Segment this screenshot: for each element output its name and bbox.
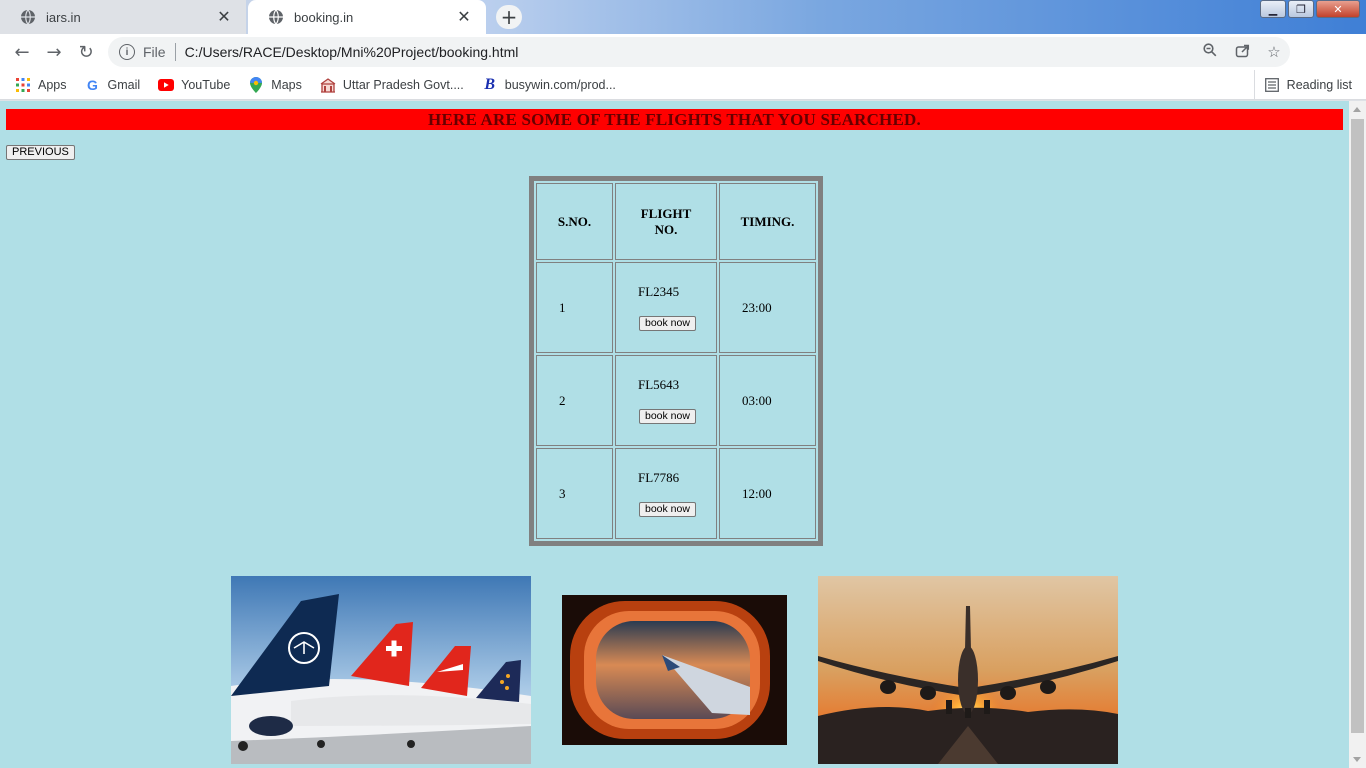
building-icon — [320, 77, 336, 93]
url-text[interactable]: C:/Users/RACE/Desktop/Mni%20Project/book… — [185, 44, 1194, 60]
new-tab-button[interactable]: + — [496, 5, 522, 29]
address-bar[interactable]: i File C:/Users/RACE/Desktop/Mni%20Proje… — [108, 37, 1290, 67]
table-row: 2 FL5643 book now 03:00 — [536, 355, 816, 446]
cell-sno: 3 — [536, 448, 613, 539]
header-timing: TIMING. — [719, 183, 816, 260]
reading-list-label: Reading list — [1286, 78, 1352, 92]
cell-flight: FL2345 book now — [615, 262, 717, 353]
reading-list-button[interactable]: Reading list — [1253, 70, 1352, 100]
zoom-icon[interactable] — [1194, 43, 1226, 61]
bookmark-label: YouTube — [181, 77, 231, 92]
scroll-down-icon[interactable] — [1353, 757, 1361, 762]
globe-icon — [20, 9, 36, 25]
bookmark-up-govt[interactable]: Uttar Pradesh Govt.... — [320, 77, 464, 93]
bookmark-label: busywin.com/prod... — [504, 77, 616, 92]
back-arrow-icon[interactable]: ← — [6, 36, 38, 68]
browser-toolbar: ← → ↻ i File C:/Users/RACE/Desktop/Mni%2… — [0, 34, 1366, 98]
globe-icon — [268, 9, 284, 25]
cell-timing: 03:00 — [719, 355, 816, 446]
table-header-row: S.NO. FLIGHT NO. TIMING. — [536, 183, 816, 260]
youtube-icon — [158, 77, 175, 93]
cell-timing: 12:00 — [719, 448, 816, 539]
flight-number: FL5643 — [638, 377, 680, 392]
page-content: HERE ARE SOME OF THE FLIGHTS THAT YOU SE… — [0, 101, 1349, 768]
bookmark-gmail[interactable]: G Gmail — [85, 76, 141, 93]
cell-sno: 1 — [536, 262, 613, 353]
close-tab-icon[interactable]: ✕ — [454, 7, 474, 27]
bookmark-star-icon[interactable]: ☆ — [1258, 43, 1290, 61]
flight-number: FL2345 — [638, 284, 680, 299]
book-now-button[interactable]: book now — [639, 316, 696, 331]
book-now-button[interactable]: book now — [639, 409, 696, 424]
maps-pin-icon — [248, 76, 264, 93]
google-icon: G — [87, 76, 98, 93]
reading-list-icon — [1264, 78, 1279, 92]
page-scrollbar[interactable] — [1349, 101, 1366, 768]
header-flight-no: FLIGHT NO. — [615, 183, 717, 260]
flights-table: S.NO. FLIGHT NO. TIMING. 1 FL2345 book n… — [529, 176, 823, 546]
table-row: 3 FL7786 book now 12:00 — [536, 448, 816, 539]
previous-button[interactable]: PREVIOUS — [6, 145, 75, 160]
bookmark-busywin[interactable]: B busywin.com/prod... — [482, 75, 616, 93]
tab-iars[interactable]: iars.in ✕ — [0, 0, 246, 34]
bookmark-label: Apps — [38, 77, 67, 92]
divider — [174, 43, 176, 61]
bookmark-youtube[interactable]: YouTube — [158, 77, 230, 93]
bookmark-maps[interactable]: Maps — [248, 76, 302, 93]
tab-title: booking.in — [294, 9, 354, 25]
header-flight-line2: NO. — [654, 221, 678, 237]
maximize-icon[interactable]: ❐ — [1288, 0, 1314, 18]
bookmark-label: Gmail — [107, 77, 141, 92]
header-sno: S.NO. — [536, 183, 613, 260]
tab-title: iars.in — [46, 9, 81, 25]
close-tab-icon[interactable]: ✕ — [214, 7, 234, 27]
bookmarks-bar: Apps G Gmail YouTube Maps Uttar Pradesh … — [0, 70, 1366, 100]
share-icon[interactable] — [1226, 43, 1258, 62]
scroll-up-icon[interactable] — [1353, 107, 1361, 112]
plane-landing-sunset-photo — [818, 576, 1118, 764]
plane-window-sunset-photo — [562, 595, 787, 745]
scrollbar-thumb[interactable] — [1351, 119, 1364, 733]
window-close-icon[interactable]: ✕ — [1316, 0, 1360, 18]
bookmark-label: Maps — [271, 77, 302, 92]
cell-flight: FL7786 book now — [615, 448, 717, 539]
header-flight-line1: FLIGHT — [640, 205, 692, 221]
reload-icon[interactable]: ↻ — [70, 36, 102, 68]
apps-grid-icon — [15, 77, 31, 93]
busy-b-icon: B — [484, 75, 496, 93]
cell-timing: 23:00 — [719, 262, 816, 353]
flight-number: FL7786 — [638, 470, 680, 485]
airline-tails-photo — [231, 576, 531, 764]
cell-flight: FL5643 book now — [615, 355, 717, 446]
bookmark-label: Uttar Pradesh Govt.... — [342, 77, 464, 92]
cell-sno: 2 — [536, 355, 613, 446]
forward-arrow-icon[interactable]: → — [38, 36, 70, 68]
tab-strip: iars.in ✕ booking.in ✕ + ▁ ❐ ✕ — [0, 0, 1366, 34]
book-now-button[interactable]: book now — [639, 502, 696, 517]
tab-booking[interactable]: booking.in ✕ — [248, 0, 486, 34]
window-controls: ▁ ❐ ✕ — [1258, 0, 1360, 18]
table-row: 1 FL2345 book now 23:00 — [536, 262, 816, 353]
minimize-icon[interactable]: ▁ — [1260, 0, 1286, 18]
bookmark-apps[interactable]: Apps — [15, 77, 67, 93]
info-icon[interactable]: i — [119, 44, 135, 60]
page-banner: HERE ARE SOME OF THE FLIGHTS THAT YOU SE… — [6, 109, 1343, 130]
url-scheme: File — [143, 44, 166, 60]
